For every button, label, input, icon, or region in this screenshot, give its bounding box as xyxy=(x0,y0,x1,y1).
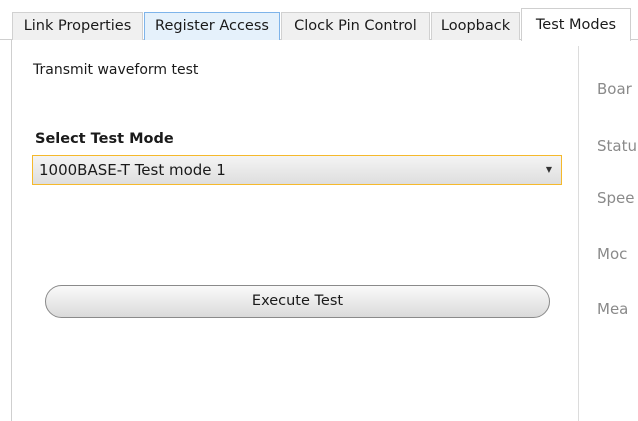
page-title: Transmit waveform test xyxy=(33,62,199,78)
tab-loopback[interactable]: Loopback xyxy=(431,12,520,40)
panel-divider xyxy=(578,46,579,421)
tab-clock-pin-control[interactable]: Clock Pin Control xyxy=(281,12,430,40)
test-mode-dropdown[interactable]: 1000BASE-T Test mode 1 ▼ xyxy=(32,155,562,185)
chevron-down-icon[interactable]: ▼ xyxy=(546,156,552,184)
measurement-label: Mea xyxy=(597,300,629,318)
tab-register-access[interactable]: Register Access xyxy=(144,12,280,40)
tab-link-properties[interactable]: Link Properties xyxy=(12,12,143,40)
tab-test-modes[interactable]: Test Modes xyxy=(521,8,631,41)
execute-test-button[interactable]: Execute Test xyxy=(45,285,550,318)
status-label: Statu xyxy=(597,137,637,155)
tab-bar: Link Properties Register Access Clock Pi… xyxy=(0,0,638,41)
test-mode-selected-value: 1000BASE-T Test mode 1 xyxy=(39,161,226,179)
select-test-mode-label: Select Test Mode xyxy=(35,131,174,147)
test-modes-panel xyxy=(11,40,638,421)
mode-label: Moc xyxy=(597,245,628,263)
board-label: Boar xyxy=(597,80,632,98)
speed-label: Spee xyxy=(597,189,635,207)
